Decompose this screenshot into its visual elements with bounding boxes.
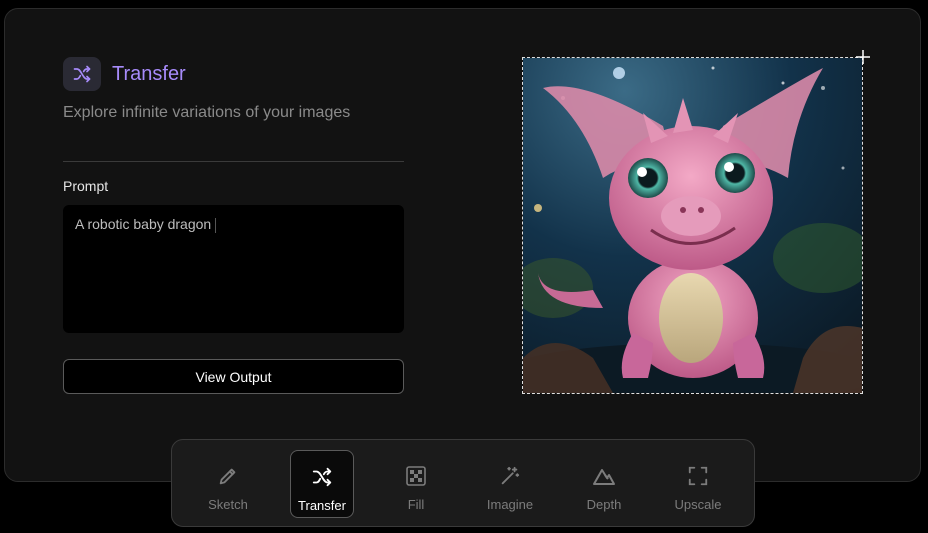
crosshair-icon xyxy=(856,50,870,64)
view-output-button[interactable]: View Output xyxy=(63,359,404,394)
title-row: Transfer xyxy=(63,57,186,91)
tool-label: Transfer xyxy=(298,498,346,513)
page-title: Transfer xyxy=(112,62,186,85)
tool-label: Imagine xyxy=(486,497,534,512)
tool-label: Fill xyxy=(407,497,425,512)
mountain-icon xyxy=(592,464,616,488)
text-caret xyxy=(215,217,217,233)
tool-label: Depth xyxy=(586,497,622,512)
page-subtitle: Explore infinite variations of your imag… xyxy=(63,104,351,121)
prompt-input[interactable]: A robotic baby dragon xyxy=(63,205,404,333)
tool-imagine[interactable]: Imagine xyxy=(478,450,542,518)
preview-image[interactable] xyxy=(522,57,863,394)
pencil-icon xyxy=(216,464,240,488)
tool-label: Upscale xyxy=(674,497,722,512)
tool-sketch[interactable]: Sketch xyxy=(196,450,260,518)
checkerboard-icon xyxy=(404,464,428,488)
tool-depth[interactable]: Depth xyxy=(572,450,636,518)
tool-upscale[interactable]: Upscale xyxy=(666,450,730,518)
tool-transfer[interactable]: Transfer xyxy=(290,450,354,518)
shuffle-icon xyxy=(63,57,101,91)
prompt-text: A robotic baby dragon xyxy=(75,216,212,232)
divider xyxy=(63,161,404,162)
tool-fill[interactable]: Fill xyxy=(384,450,448,518)
prompt-label: Prompt xyxy=(63,178,109,194)
tool-label: Sketch xyxy=(208,497,248,512)
shuffle-icon xyxy=(310,465,334,489)
tool-toolbar: Sketch Transfer Fill Imagine Depth Upsca… xyxy=(171,439,755,527)
expand-corners-icon xyxy=(686,464,710,488)
dragon-illustration xyxy=(523,58,862,393)
magic-wand-icon xyxy=(498,464,522,488)
